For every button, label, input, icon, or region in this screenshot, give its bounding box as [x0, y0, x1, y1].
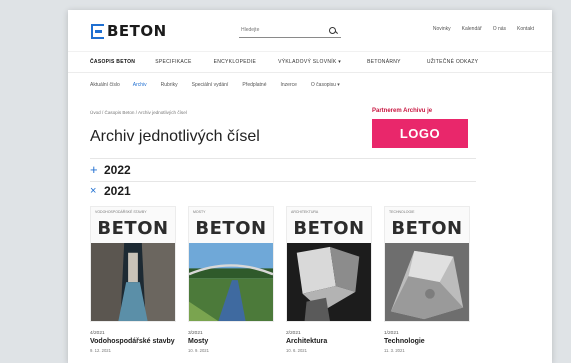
issue-number: 2/2021 — [286, 331, 301, 336]
cover-photo-architecture — [287, 243, 371, 321]
issue-cover[interactable]: VODOHOSPODÁŘSKÉ STAVBY BETON — [90, 206, 176, 322]
issue-cover[interactable]: MOSTY BETON — [188, 206, 274, 322]
year-label: 2021 — [104, 184, 131, 198]
nav-specifikace[interactable]: Specifikace — [155, 59, 191, 65]
subnav-predplatne[interactable]: Předplatné — [242, 82, 266, 88]
cover-kicker: ARCHITEKTURA — [291, 210, 319, 214]
issue-title[interactable]: Architektura — [286, 338, 372, 346]
cover-masthead: BETON — [97, 218, 169, 239]
search-box[interactable] — [239, 23, 341, 38]
subnav-inzerce[interactable]: Inzerce — [281, 82, 297, 88]
cover-masthead: BETON — [293, 218, 365, 239]
issue-card[interactable]: ARCHITEKTURA BETON 2/2021 Architektura 1… — [286, 206, 372, 353]
site-logo[interactable]: BETON — [91, 22, 167, 40]
issue-number: 4/2021 — [90, 331, 105, 336]
page-card: BETON Novinky Kalendář O nás Kontakt Čas… — [68, 10, 552, 363]
issue-date: 11. 3. 2021 — [384, 348, 405, 353]
divider — [90, 158, 476, 159]
year-label: 2022 — [104, 162, 131, 177]
search-icon[interactable] — [329, 26, 336, 34]
cover-photo-bridge — [189, 243, 273, 321]
collapse-icon[interactable]: × — [90, 185, 98, 197]
main-nav: Časopis Beton Specifikace Encyklopedie V… — [68, 51, 552, 73]
issue-date: 10. 9. 2021 — [188, 348, 209, 353]
divider — [90, 181, 476, 182]
nav-casopis-beton[interactable]: Časopis Beton — [90, 59, 135, 65]
link-o-nas[interactable]: O nás — [493, 26, 506, 32]
nav-betonarny[interactable]: Betonárny — [367, 59, 401, 65]
breadcrumb[interactable]: Úvod / Časopis Beton / Archiv jednotlivý… — [90, 110, 187, 115]
issue-title[interactable]: Mosty — [188, 338, 274, 346]
issue-number: 3/2021 — [188, 331, 203, 336]
sub-nav: Aktuální číslo Archiv Rubriky Speciální … — [90, 82, 340, 88]
nav-encyklopedie[interactable]: Encyklopedie — [214, 59, 257, 65]
issue-number: 1/2021 — [384, 331, 399, 336]
nav-uzitecne-odkazy[interactable]: Užitečné odkazy — [427, 59, 478, 65]
partner-logo[interactable]: LOGO — [372, 119, 468, 148]
cover-masthead: BETON — [391, 218, 463, 239]
year-row-2021[interactable]: × 2021 — [90, 184, 131, 198]
issue-cover[interactable]: ARCHITEKTURA BETON — [286, 206, 372, 322]
issue-cover[interactable]: TECHNOLOGIE BETON — [384, 206, 470, 322]
brand-name: BETON — [107, 22, 167, 40]
issue-card[interactable]: VODOHOSPODÁŘSKÉ STAVBY BETON 4/2021 Vodo… — [90, 206, 176, 353]
issue-list: VODOHOSPODÁŘSKÉ STAVBY BETON 4/2021 Vodo… — [90, 206, 470, 353]
top-bar: BETON Novinky Kalendář O nás Kontakt — [68, 10, 552, 50]
subnav-aktualni-cislo[interactable]: Aktuální číslo — [90, 82, 120, 88]
partner-label: Partnerem Archivu je — [372, 108, 433, 114]
top-links: Novinky Kalendář O nás Kontakt — [433, 26, 534, 32]
issue-card[interactable]: MOSTY BETON 3/2021 Mosty 10. 9. 2021 — [188, 206, 274, 353]
link-kontakt[interactable]: Kontakt — [517, 26, 534, 32]
subnav-specialni-vydani[interactable]: Speciální vydání — [192, 82, 229, 88]
subnav-rubriky[interactable]: Rubriky — [161, 82, 178, 88]
link-kalendar[interactable]: Kalendář — [462, 26, 482, 32]
issue-date: 10. 6. 2021 — [286, 348, 307, 353]
link-novinky[interactable]: Novinky — [433, 26, 451, 32]
issue-card[interactable]: TECHNOLOGIE BETON 1/2021 Technologie 11.… — [384, 206, 470, 353]
beton-logo-icon — [91, 23, 104, 39]
nav-vykladovy-slovnik[interactable]: Výkladový slovník ▾ — [278, 59, 341, 65]
issue-title[interactable]: Technologie — [384, 338, 470, 346]
cover-kicker: MOSTY — [193, 210, 206, 214]
expand-icon[interactable]: + — [90, 162, 98, 177]
cover-masthead: BETON — [195, 218, 267, 239]
cover-photo-canal — [91, 243, 175, 321]
cover-photo-technology — [385, 243, 469, 321]
cover-kicker: VODOHOSPODÁŘSKÉ STAVBY — [95, 210, 147, 214]
issue-title[interactable]: Vodohospodářské stavby — [90, 338, 176, 346]
search-input[interactable] — [239, 27, 325, 33]
issue-date: 9. 12. 2021 — [90, 348, 111, 353]
subnav-o-casopisu[interactable]: O časopisu ▾ — [311, 82, 340, 88]
year-row-2022[interactable]: + 2022 — [90, 162, 131, 177]
cover-kicker: TECHNOLOGIE — [389, 210, 415, 214]
subnav-archiv[interactable]: Archiv — [133, 82, 147, 88]
page-title: Archiv jednotlivých čísel — [90, 128, 260, 145]
